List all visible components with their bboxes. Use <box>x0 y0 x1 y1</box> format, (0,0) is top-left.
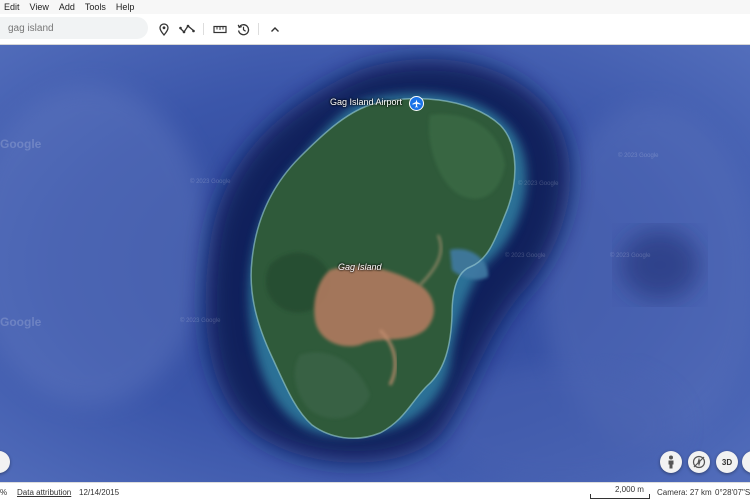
menu-view[interactable]: View <box>26 0 55 14</box>
search-input[interactable] <box>0 17 138 39</box>
copyright-watermark: © 2023 Google <box>505 253 546 259</box>
coordinates-readout: 0°28'07"S <box>715 488 750 497</box>
chevron-up-icon <box>271 26 279 32</box>
toolbar-divider <box>203 23 204 35</box>
copyright-watermark: © 2023 Google <box>190 179 231 185</box>
copyright-watermark: © 2023 Google <box>518 181 559 187</box>
path-icon <box>179 24 195 34</box>
google-watermark: Google <box>0 137 42 151</box>
add-path-button[interactable] <box>178 21 196 37</box>
toolbar <box>0 14 750 45</box>
scale-bar <box>590 494 650 499</box>
menu-add[interactable]: Add <box>55 0 81 14</box>
measure-button[interactable] <box>211 21 229 37</box>
data-attribution-link[interactable]: Data attribution <box>17 488 71 497</box>
menu-edit[interactable]: Edit <box>0 0 26 14</box>
camera-altitude: Camera: 27 km <box>657 488 712 497</box>
pegman-icon <box>668 455 674 469</box>
copyright-watermark: © 2023 Google <box>610 253 651 259</box>
copyright-watermark: © 2023 Google <box>618 153 659 159</box>
menu-tools[interactable]: Tools <box>81 0 112 14</box>
menu-bar: Edit View Add Tools Help <box>0 0 750 14</box>
map-view[interactable]: Google Google © 2023 Google © 2023 Googl… <box>0 45 750 482</box>
street-view-button[interactable] <box>660 451 682 473</box>
status-bar: % Data attribution 12/14/2015 2,000 m Ca… <box>0 482 750 501</box>
loading-percent: % <box>0 488 8 497</box>
ruler-icon <box>213 25 227 33</box>
airport-icon <box>412 99 421 108</box>
add-placemark-button[interactable] <box>155 21 173 37</box>
airport-marker[interactable] <box>409 96 424 111</box>
imagery-date: 12/14/2015 <box>79 488 120 497</box>
search-box <box>0 17 148 39</box>
island-label[interactable]: Gag Island <box>338 262 382 272</box>
compass-icon <box>692 455 706 469</box>
copyright-watermark: © 2023 Google <box>180 318 221 324</box>
placemark-icon <box>159 22 169 36</box>
toolbar-divider <box>258 23 259 35</box>
collapse-toolbar-button[interactable] <box>266 21 284 37</box>
airport-label[interactable]: Gag Island Airport <box>330 97 402 107</box>
history-icon <box>237 23 249 35</box>
google-watermark: Google <box>0 315 42 329</box>
historical-imagery-button[interactable] <box>234 21 252 37</box>
scale-label: 2,000 m <box>615 485 644 494</box>
compass-button[interactable] <box>688 451 710 473</box>
menu-help[interactable]: Help <box>112 0 141 14</box>
3d-toggle-button[interactable]: 3D <box>716 451 738 473</box>
